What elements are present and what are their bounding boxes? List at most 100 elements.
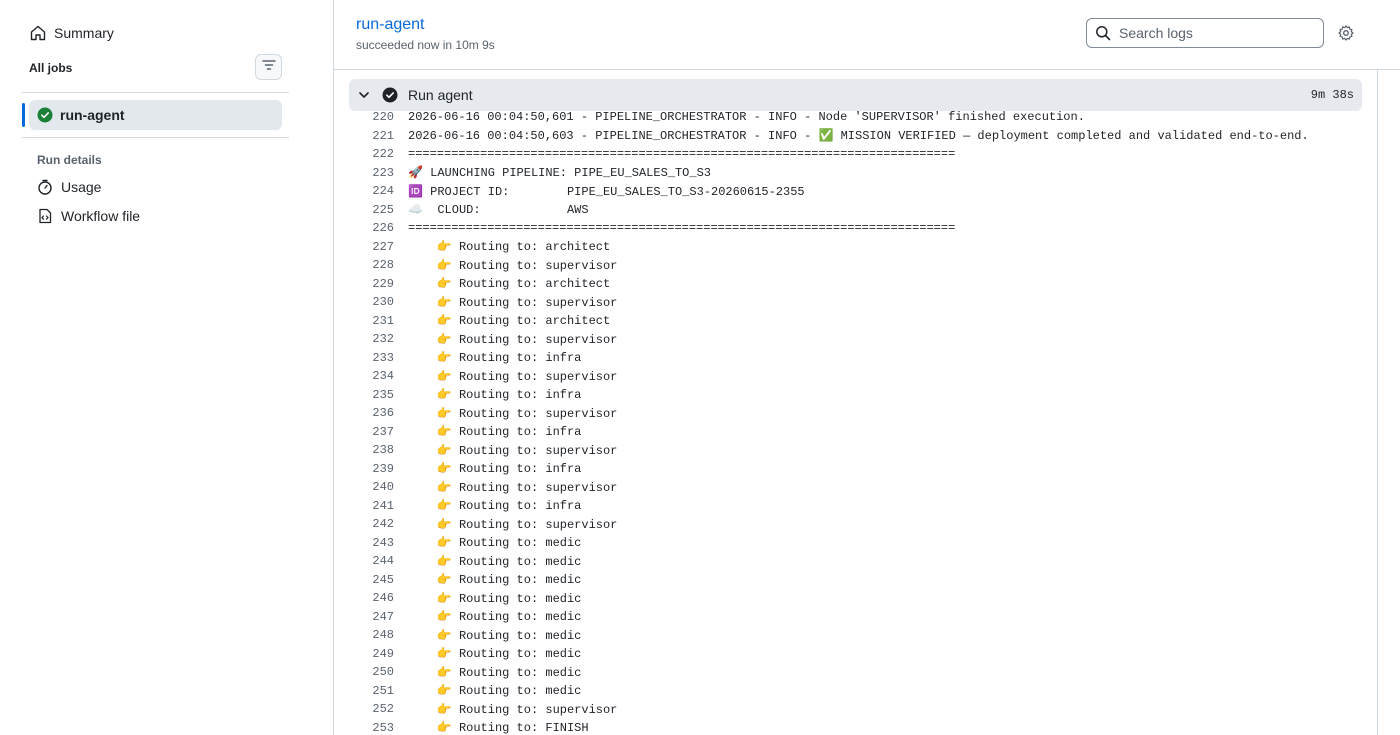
log-line[interactable]: 234 👉 Routing to: supervisor (334, 367, 1377, 386)
step-header-run-agent[interactable]: Run agent 9m 38s (349, 79, 1362, 111)
line-number[interactable]: 224 (334, 184, 394, 198)
line-number[interactable]: 230 (334, 295, 394, 309)
log-line[interactable]: 225 ☁️ CLOUD: AWS (334, 201, 1377, 220)
line-number[interactable]: 221 (334, 129, 394, 143)
log-text: 👉 Routing to: architect (408, 240, 611, 255)
log-line[interactable]: 230 👉 Routing to: supervisor (334, 293, 1377, 312)
log-text: 👉 Routing to: medic (408, 610, 582, 625)
line-number[interactable]: 231 (334, 314, 394, 328)
line-number[interactable]: 234 (334, 369, 394, 383)
sidebar-item-summary[interactable]: Summary (30, 25, 114, 41)
log-text: 👉 Routing to: supervisor (408, 406, 618, 421)
line-number[interactable]: 239 (334, 462, 394, 476)
log-line[interactable]: 221 2026-06-16 00:04:50,603 - PIPELINE_OR… (334, 127, 1377, 146)
log-line[interactable]: 236 👉 Routing to: supervisor (334, 404, 1377, 423)
log-line[interactable]: 229 👉 Routing to: architect (334, 275, 1377, 294)
sidebar-item-workflow-file[interactable]: Workflow file (37, 208, 140, 224)
line-number[interactable]: 242 (334, 517, 394, 531)
log-text: 👉 Routing to: infra (408, 462, 582, 477)
log-text: 👉 Routing to: infra (408, 351, 582, 366)
log-line[interactable]: 249 👉 Routing to: medic (334, 645, 1377, 664)
line-number[interactable]: 247 (334, 610, 394, 624)
line-number[interactable]: 226 (334, 221, 394, 235)
log-text: 👉 Routing to: architect (408, 277, 611, 292)
line-number[interactable]: 228 (334, 258, 394, 272)
line-number[interactable]: 249 (334, 647, 394, 661)
log-line[interactable]: 243 👉 Routing to: medic (334, 534, 1377, 553)
log-text: 👉 Routing to: medic (408, 647, 582, 662)
log-line[interactable]: 238 👉 Routing to: supervisor (334, 441, 1377, 460)
log-line[interactable]: 240 👉 Routing to: supervisor (334, 478, 1377, 497)
log-line[interactable]: 241 👉 Routing to: infra (334, 497, 1377, 516)
job-status-text: succeeded now in 10m 9s (356, 38, 495, 52)
filter-button[interactable] (255, 54, 282, 80)
line-number[interactable]: 222 (334, 147, 394, 161)
log-line[interactable]: 244 👉 Routing to: medic (334, 552, 1377, 571)
log-text: 2026-06-16 00:04:50,601 - PIPELINE_ORCHE… (408, 110, 1085, 125)
log-text: 👉 Routing to: infra (408, 499, 582, 514)
log-line[interactable]: 251 👉 Routing to: medic (334, 682, 1377, 701)
log-line[interactable]: 250 👉 Routing to: medic (334, 663, 1377, 682)
log-line[interactable]: 252 👉 Routing to: supervisor (334, 700, 1377, 719)
log-text: 👉 Routing to: medic (408, 684, 582, 699)
line-number[interactable]: 244 (334, 554, 394, 568)
log-line[interactable]: 224 🆔 PROJECT ID: PIPE_EU_SALES_TO_S3-202… (334, 182, 1377, 201)
log-line[interactable]: 237 👉 Routing to: infra (334, 423, 1377, 442)
gear-icon[interactable] (1337, 24, 1355, 42)
sidebar-job-run-agent[interactable]: run-agent (29, 100, 282, 130)
log-text: ☁️ CLOUD: AWS (408, 203, 589, 218)
line-number[interactable]: 233 (334, 351, 394, 365)
line-number[interactable]: 236 (334, 406, 394, 420)
log-line[interactable]: 245 👉 Routing to: medic (334, 571, 1377, 590)
log-line[interactable]: 242 👉 Routing to: supervisor (334, 515, 1377, 534)
line-number[interactable]: 240 (334, 480, 394, 494)
line-number[interactable]: 223 (334, 166, 394, 180)
log-line[interactable]: 232 👉 Routing to: supervisor (334, 330, 1377, 349)
line-number[interactable]: 252 (334, 702, 394, 716)
log-line[interactable]: 248 👉 Routing to: medic (334, 626, 1377, 645)
sidebar-item-label: Workflow file (61, 208, 141, 224)
search-logs-field[interactable] (1086, 18, 1324, 48)
log-line[interactable]: 223 🚀 LAUNCHING PIPELINE: PIPE_EU_SALES_T… (334, 164, 1377, 183)
log-line[interactable]: 235 👉 Routing to: infra (334, 386, 1377, 405)
line-number[interactable]: 229 (334, 277, 394, 291)
line-number[interactable]: 238 (334, 443, 394, 457)
line-number[interactable]: 253 (334, 721, 394, 735)
divider (22, 92, 289, 93)
divider (1377, 70, 1378, 735)
line-number[interactable]: 227 (334, 240, 394, 254)
line-number[interactable]: 250 (334, 665, 394, 679)
line-number[interactable]: 248 (334, 628, 394, 642)
line-number[interactable]: 243 (334, 536, 394, 550)
log-line[interactable]: 226 =====================================… (334, 219, 1377, 238)
log-text: 👉 Routing to: supervisor (408, 702, 618, 717)
log-text: 👉 Routing to: medic (408, 554, 582, 569)
chevron-down-icon[interactable] (357, 88, 371, 102)
line-number[interactable]: 245 (334, 573, 394, 587)
log-line[interactable]: 246 👉 Routing to: medic (334, 589, 1377, 608)
sidebar-item-usage[interactable]: Usage (37, 179, 101, 195)
line-number[interactable]: 225 (334, 203, 394, 217)
log-text: 🆔 PROJECT ID: PIPE_EU_SALES_TO_S3-202606… (408, 184, 805, 199)
line-number[interactable]: 232 (334, 332, 394, 346)
log-line[interactable]: 222 =====================================… (334, 145, 1377, 164)
log-text: 🚀 LAUNCHING PIPELINE: PIPE_EU_SALES_TO_S… (408, 166, 711, 181)
log-line[interactable]: 233 👉 Routing to: infra (334, 349, 1377, 368)
line-number[interactable]: 246 (334, 591, 394, 605)
log-line[interactable]: 220 2026-06-16 00:04:50,601 - PIPELINE_OR… (334, 108, 1377, 127)
log-line[interactable]: 228 👉 Routing to: supervisor (334, 256, 1377, 275)
line-number[interactable]: 251 (334, 684, 394, 698)
log-text: 👉 Routing to: supervisor (408, 258, 618, 273)
search-logs-input[interactable] (1119, 25, 1309, 41)
log-line[interactable]: 231 👉 Routing to: architect (334, 312, 1377, 331)
line-number[interactable]: 235 (334, 388, 394, 402)
log-line[interactable]: 227 👉 Routing to: architect (334, 238, 1377, 257)
line-number[interactable]: 220 (334, 110, 394, 124)
log-text: 👉 Routing to: medic (408, 536, 582, 551)
log-line[interactable]: 239 👉 Routing to: infra (334, 460, 1377, 479)
job-title[interactable]: run-agent (356, 16, 425, 34)
log-line[interactable]: 253 👉 Routing to: FINISH (334, 719, 1377, 735)
line-number[interactable]: 237 (334, 425, 394, 439)
line-number[interactable]: 241 (334, 499, 394, 513)
log-line[interactable]: 247 👉 Routing to: medic (334, 608, 1377, 627)
